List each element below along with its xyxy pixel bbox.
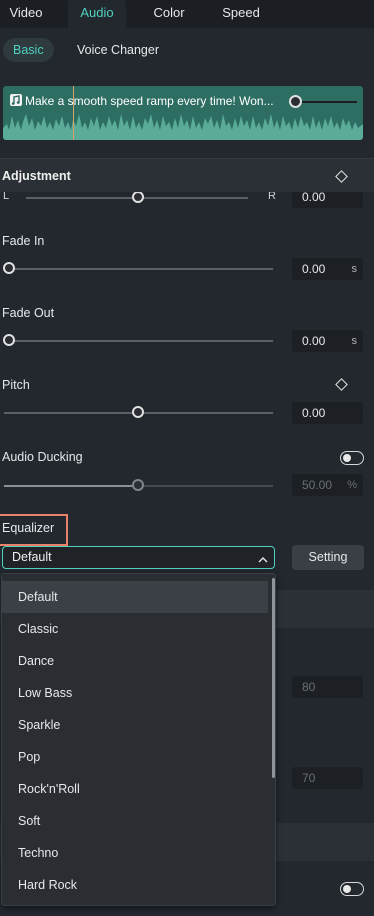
pitch-label: Pitch	[2, 378, 30, 392]
fade-in-label: Fade In	[2, 234, 45, 248]
background-toggle[interactable]	[340, 882, 364, 896]
audio-ducking-value: 50.00	[302, 478, 333, 492]
dropdown-option-dance[interactable]: Dance	[2, 645, 268, 677]
dropdown-option-classic[interactable]: Classic	[2, 613, 268, 645]
clip-volume-knob[interactable]	[289, 95, 302, 108]
equalizer-highlight-box	[0, 514, 68, 546]
clip-title: Make a smooth speed ramp every time! Won…	[25, 94, 274, 108]
equalizer-dropdown-list: Default Classic Dance Low Bass Sparkle P…	[1, 573, 276, 906]
dropdown-option-low-bass[interactable]: Low Bass	[2, 677, 268, 709]
fade-out-slider-track[interactable]	[8, 340, 273, 342]
dropdown-option-hard-rock[interactable]: Hard Rock	[2, 869, 268, 901]
tab-speed[interactable]: Speed	[215, 0, 267, 28]
background-value-1: 80	[302, 680, 316, 694]
background-value-field-1[interactable]: 80	[292, 676, 363, 698]
adjustment-title: Adjustment	[2, 169, 71, 183]
pitch-value-field[interactable]: 0.00	[292, 402, 363, 424]
tab-audio[interactable]: Audio	[68, 0, 126, 28]
property-tab-bar: Video Audio Color Speed	[0, 0, 374, 28]
subtab-voice-changer[interactable]: Voice Changer	[67, 38, 169, 62]
fade-out-unit: s	[351, 335, 358, 347]
fade-out-value-field[interactable]: 0.00 s	[292, 330, 363, 352]
audio-ducking-slider-track[interactable]	[136, 485, 273, 487]
pan-value: 0.00	[302, 190, 326, 204]
fade-out-slider-knob[interactable]	[3, 334, 15, 346]
pitch-value: 0.00	[302, 406, 326, 420]
pan-slider-knob[interactable]	[132, 191, 144, 203]
fade-in-slider-track[interactable]	[8, 268, 273, 270]
subtab-basic[interactable]: Basic	[3, 38, 54, 62]
audio-ducking-unit: %	[347, 479, 357, 491]
clip-volume-track[interactable]	[295, 101, 357, 103]
fade-out-value: 0.00	[302, 334, 326, 348]
equalizer-selected-value: Default	[12, 550, 52, 564]
pitch-keyframe-diamond-icon[interactable]	[335, 378, 348, 391]
equalizer-select[interactable]: Default	[2, 546, 275, 569]
fade-in-slider-knob[interactable]	[3, 262, 15, 274]
background-value-field-2[interactable]: 70	[292, 767, 363, 789]
dropdown-option-rock-n-roll[interactable]: Rock'n'Roll	[2, 773, 268, 805]
dropdown-option-sparkle[interactable]: Sparkle	[2, 709, 268, 741]
dropdown-option-techno[interactable]: Techno	[2, 837, 268, 869]
fade-in-unit: s	[351, 263, 358, 275]
audio-clip-waveform[interactable]: Make a smooth speed ramp every time! Won…	[3, 86, 363, 140]
chevron-up-icon	[258, 553, 268, 567]
audio-ducking-label: Audio Ducking	[2, 450, 83, 464]
pitch-slider-knob[interactable]	[132, 406, 144, 418]
equalizer-setting-button[interactable]: Setting	[292, 545, 364, 570]
background-value-2: 70	[302, 771, 316, 785]
audio-ducking-slider-knob[interactable]	[132, 479, 144, 491]
adjustment-section-header[interactable]: Adjustment	[0, 158, 374, 192]
audio-ducking-slider-fill	[4, 485, 136, 487]
fade-out-label: Fade Out	[2, 306, 55, 320]
dropdown-option-default[interactable]: Default	[2, 581, 268, 613]
audio-ducking-value-field[interactable]: 50.00 %	[292, 474, 363, 496]
keyframe-diamond-icon[interactable]	[335, 170, 348, 183]
tab-video[interactable]: Video	[0, 0, 52, 28]
music-note-icon	[10, 94, 22, 106]
audio-ducking-toggle[interactable]	[340, 451, 364, 465]
fade-in-value-field[interactable]: 0.00 s	[292, 258, 363, 280]
dropdown-scrollbar[interactable]	[272, 578, 275, 778]
dropdown-option-pop[interactable]: Pop	[2, 741, 268, 773]
fade-in-value: 0.00	[302, 262, 326, 276]
tab-color[interactable]: Color	[145, 0, 193, 28]
dropdown-option-soft[interactable]: Soft	[2, 805, 268, 837]
